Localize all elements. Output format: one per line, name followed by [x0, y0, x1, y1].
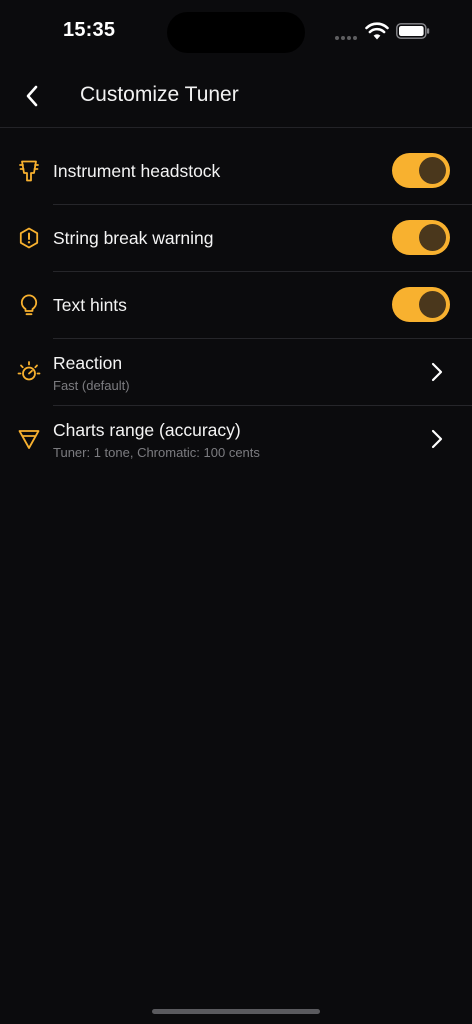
battery-icon: [396, 23, 430, 39]
instrument-headstock-toggle[interactable]: [392, 153, 450, 188]
chevron-right-icon: [431, 429, 443, 449]
settings-list: Instrument headstock String break warnin…: [0, 138, 472, 472]
chevron-right-icon: [431, 362, 443, 382]
page-title: Customize Tuner: [80, 83, 239, 106]
dynamic-island: [167, 12, 305, 53]
nav-header: Customize Tuner: [0, 64, 472, 128]
setting-value: Tuner: 1 tone, Chromatic: 100 cents: [53, 445, 260, 460]
setting-reaction[interactable]: Reaction Fast (default): [17, 339, 472, 406]
toggle-knob: [419, 157, 446, 184]
back-button[interactable]: [16, 80, 48, 112]
toggle-knob: [419, 291, 446, 318]
speedometer-icon: [17, 361, 41, 381]
setting-label: String break warning: [53, 228, 214, 248]
text-hints-toggle[interactable]: [392, 287, 450, 322]
home-indicator[interactable]: [152, 1009, 320, 1014]
warning-hexagon-icon: [19, 227, 39, 249]
setting-label: Reaction: [53, 353, 123, 373]
setting-string-break-warning: String break warning: [19, 205, 472, 272]
signal-dots-icon: [335, 36, 359, 40]
string-break-warning-toggle[interactable]: [392, 220, 450, 255]
setting-label: Instrument headstock: [53, 161, 221, 181]
funnel-triangle-icon: [18, 430, 40, 449]
setting-instrument-headstock: Instrument headstock: [19, 138, 472, 205]
setting-label: Charts range (accuracy): [53, 420, 241, 440]
setting-value: Fast (default): [53, 378, 130, 393]
status-time: 15:35: [63, 19, 116, 41]
toggle-knob: [419, 224, 446, 251]
setting-charts-range[interactable]: Charts range (accuracy) Tuner: 1 tone, C…: [18, 406, 472, 472]
headstock-icon: [19, 160, 39, 182]
setting-label: Text hints: [53, 295, 127, 315]
setting-text-hints: Text hints: [20, 272, 472, 339]
wifi-icon: [365, 22, 389, 40]
chevron-left-icon: [26, 85, 38, 107]
lightbulb-icon: [20, 294, 38, 316]
status-bar: 15:35: [0, 0, 472, 64]
